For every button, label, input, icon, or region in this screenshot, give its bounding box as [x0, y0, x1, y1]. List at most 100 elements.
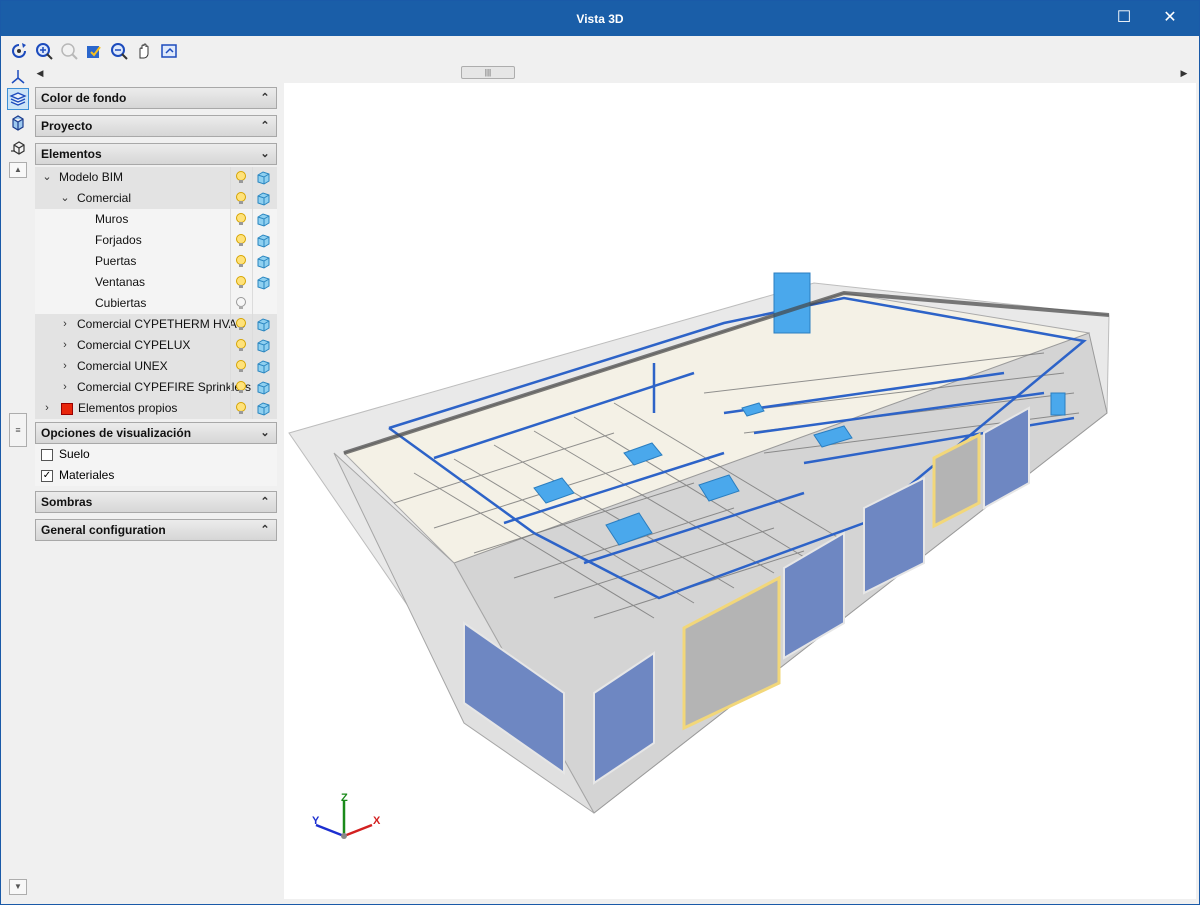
solid-cube-icon[interactable] [256, 254, 271, 269]
solid-cube-icon[interactable] [256, 338, 271, 353]
tree-item[interactable]: Ventanas [35, 272, 277, 293]
visibility-bulb-icon[interactable] [234, 170, 248, 185]
solid-cube-icon[interactable] [256, 170, 271, 185]
section-label: Opciones de visualización [41, 426, 192, 440]
section-elements[interactable]: Elementos ⌄ [35, 143, 277, 165]
solid-cube-icon[interactable] [256, 275, 271, 290]
tree-item[interactable]: › Comercial CYPETHERM HVAC [35, 314, 277, 335]
expand-caret-icon[interactable]: › [59, 314, 71, 335]
tree-item[interactable]: Muros [35, 209, 277, 230]
expand-caret-icon[interactable]: ⌄ [41, 167, 53, 188]
chevron-up-icon[interactable]: ⌃ [258, 520, 272, 540]
visibility-bulb-icon[interactable] [234, 275, 248, 290]
close-button[interactable]: ✕ [1159, 7, 1181, 29]
option-materials[interactable]: ✓ Materiales [35, 465, 277, 486]
tree-item[interactable]: › Comercial CYPELUX [35, 335, 277, 356]
settings-panel: Color de fondo ⌃ Proyecto ⌃ Elementos ⌄ … [35, 83, 279, 901]
axes-icon[interactable] [7, 65, 29, 87]
zoom-window-icon[interactable] [109, 41, 129, 61]
divider [252, 188, 253, 209]
visibility-bulb-icon[interactable] [234, 359, 248, 374]
horizontal-scrollbar[interactable]: ◀ ||| ▶ [33, 65, 1191, 81]
visibility-bulb-icon[interactable] [234, 212, 248, 227]
divider [230, 272, 231, 293]
materials-checkbox[interactable]: ✓ [41, 470, 53, 482]
vertical-scroll-thumb[interactable]: ≡ [9, 413, 27, 447]
expand-caret-icon[interactable]: › [59, 356, 71, 377]
section-shadows[interactable]: Sombras ⌃ [35, 491, 277, 513]
chevron-up-icon[interactable]: ⌃ [258, 116, 272, 136]
visibility-bulb-icon[interactable] [234, 338, 248, 353]
building-model[interactable]: Z X Y [284, 83, 1196, 899]
tree-item[interactable]: Cubiertas [35, 293, 277, 314]
tree-item[interactable]: ⌄ Modelo BIM [35, 167, 277, 188]
refresh-view-icon[interactable] [84, 41, 104, 61]
scroll-right-button[interactable]: ▶ [1177, 65, 1191, 81]
solid-cube-icon[interactable] [256, 380, 271, 395]
rotate-icon[interactable] [9, 41, 29, 61]
divider [230, 167, 231, 188]
tree-item[interactable]: Forjados [35, 230, 277, 251]
visibility-bulb-icon[interactable] [234, 233, 248, 248]
divider [230, 314, 231, 335]
screenshot-icon[interactable] [159, 41, 179, 61]
divider [230, 356, 231, 377]
tree-item[interactable]: › Comercial UNEX [35, 356, 277, 377]
solid-cube-icon[interactable] [256, 359, 271, 374]
layers-icon[interactable] [7, 88, 29, 110]
section-general-configuration[interactable]: General configuration ⌃ [35, 519, 277, 541]
divider [252, 377, 253, 398]
divider [252, 209, 253, 230]
expand-caret-icon[interactable]: › [41, 398, 53, 419]
expand-caret-icon[interactable]: ⌄ [59, 188, 71, 209]
solid-cube-icon[interactable] [256, 317, 271, 332]
visibility-bulb-icon[interactable] [234, 254, 248, 269]
chevron-up-icon[interactable]: ⌃ [258, 492, 272, 512]
section-project[interactable]: Proyecto ⌃ [35, 115, 277, 137]
expand-caret-icon[interactable]: › [59, 377, 71, 398]
section-display-options[interactable]: Opciones de visualización ⌄ [35, 422, 277, 444]
zoom-extents-icon[interactable] [34, 41, 54, 61]
tree-item[interactable]: › Elementos propios [35, 398, 277, 419]
left-tool-strip: ▲ ≡ ▼ [5, 65, 31, 900]
divider [252, 356, 253, 377]
pan-hand-icon[interactable] [134, 41, 154, 61]
solid-cube-icon[interactable] [256, 212, 271, 227]
scroll-up-button[interactable]: ▲ [9, 162, 27, 178]
object-icon[interactable] [7, 136, 29, 158]
zoom-previous-icon[interactable] [59, 41, 79, 61]
solid-cube-icon[interactable] [256, 233, 271, 248]
3d-viewport[interactable]: Z X Y [284, 83, 1196, 899]
tree-item[interactable]: ⌄ Comercial [35, 188, 277, 209]
tree-item-label: Muros [95, 212, 129, 226]
expand-caret-icon[interactable]: › [59, 335, 71, 356]
scroll-left-button[interactable]: ◀ [33, 65, 47, 81]
tree-item[interactable]: Puertas [35, 251, 277, 272]
maximize-button[interactable]: ☐ [1113, 7, 1135, 29]
horizontal-scroll-thumb[interactable]: ||| [461, 66, 515, 79]
visibility-bulb-icon[interactable] [234, 401, 248, 416]
chevron-up-icon[interactable]: ⌃ [258, 88, 272, 108]
tree-item[interactable]: › Comercial CYPEFIRE Sprinklers [35, 377, 277, 398]
solid-cube-icon[interactable] [256, 401, 271, 416]
section-background-color[interactable]: Color de fondo ⌃ [35, 87, 277, 109]
visibility-bulb-icon[interactable] [234, 380, 248, 395]
section-label: General configuration [41, 523, 166, 537]
divider [230, 251, 231, 272]
chevron-down-icon[interactable]: ⌄ [258, 144, 272, 164]
visibility-bulb-icon[interactable] [234, 296, 248, 311]
divider [230, 293, 231, 314]
option-label: Suelo [59, 447, 90, 461]
divider [252, 335, 253, 356]
floor-checkbox[interactable] [41, 449, 53, 461]
tree-item-label: Comercial CYPELUX [77, 338, 191, 352]
section-label: Proyecto [41, 119, 93, 133]
solid-cube-icon[interactable] [256, 191, 271, 206]
visibility-bulb-icon[interactable] [234, 191, 248, 206]
solid-view-icon[interactable] [7, 112, 29, 134]
tree-item-label: Ventanas [95, 275, 146, 289]
option-floor[interactable]: Suelo [35, 444, 277, 465]
chevron-down-icon[interactable]: ⌄ [258, 423, 272, 443]
visibility-bulb-icon[interactable] [234, 317, 248, 332]
scroll-down-button[interactable]: ▼ [9, 879, 27, 895]
